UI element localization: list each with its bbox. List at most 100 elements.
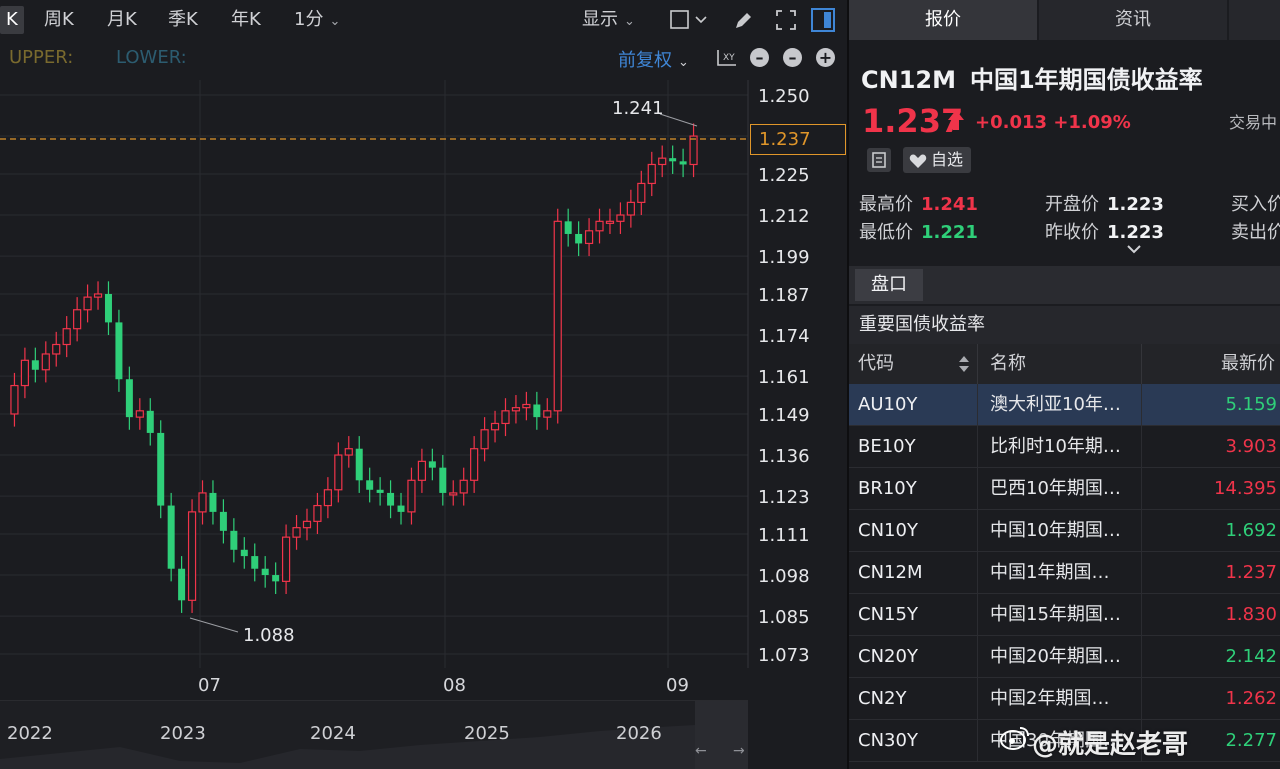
header-price[interactable]: 最新价 bbox=[1221, 344, 1275, 384]
row-name: 中国20年期国… bbox=[990, 646, 1121, 667]
table-row[interactable]: CN15Y 中国15年期国… 1.830 bbox=[849, 594, 1280, 636]
candle-body bbox=[313, 504, 322, 522]
timeline-navigator[interactable]: 2022 2023 2024 2025 2026 ← → bbox=[0, 700, 748, 769]
column-divider[interactable] bbox=[977, 344, 978, 384]
row-name: 中国2年期国… bbox=[990, 688, 1110, 709]
candle-body bbox=[658, 157, 667, 166]
candle-body bbox=[605, 220, 615, 224]
table-row[interactable]: AU10Y 澳大利亚10年… 5.159 bbox=[849, 384, 1280, 426]
candle-body bbox=[323, 489, 332, 507]
chevron-down-icon[interactable] bbox=[1126, 243, 1142, 255]
candle-body bbox=[459, 479, 468, 494]
symbol-title: CN12M 中国1年期国债收益率 bbox=[861, 60, 1203, 95]
row-code: BR10Y bbox=[858, 478, 917, 499]
candle-body bbox=[553, 220, 562, 412]
candlestick-chart[interactable]: 1.250 1.225 1.212 1.199 1.187 1.174 1.161 1.149… bbox=[0, 0, 848, 700]
trade-status: 交易中 bbox=[1229, 113, 1278, 132]
price-tick-label: 1.199 bbox=[758, 247, 810, 268]
column-divider bbox=[977, 594, 978, 636]
row-name: 澳大利亚10年… bbox=[990, 394, 1121, 415]
column-divider bbox=[1141, 636, 1142, 678]
column-divider[interactable] bbox=[1141, 344, 1142, 384]
table-row[interactable]: BE10Y 比利时10年期… 3.903 bbox=[849, 426, 1280, 468]
candle-body bbox=[522, 403, 531, 409]
header-code[interactable]: 代码 bbox=[858, 344, 894, 384]
price-tick-label: 1.136 bbox=[758, 446, 810, 467]
price-tick-label: 1.098 bbox=[758, 566, 810, 587]
row-name: 比利时10年期… bbox=[990, 436, 1121, 457]
arrow-up-icon bbox=[948, 110, 964, 130]
candle-body bbox=[564, 221, 572, 234]
candle-body bbox=[251, 556, 259, 569]
price-tick-label: 1.174 bbox=[758, 326, 810, 347]
stat-value: 1.241 bbox=[921, 194, 978, 215]
candle-body bbox=[480, 429, 489, 450]
chart-grid bbox=[0, 80, 749, 668]
table-row[interactable]: CN12M 中国1年期国… 1.237 bbox=[849, 552, 1280, 594]
header-name[interactable]: 名称 bbox=[990, 344, 1026, 384]
navigator-year: 2023 bbox=[160, 723, 206, 744]
candle-body bbox=[20, 359, 29, 387]
row-price: 5.159 bbox=[1225, 394, 1277, 415]
row-code: BE10Y bbox=[858, 436, 916, 457]
row-price: 14.395 bbox=[1214, 478, 1277, 499]
candle-body bbox=[417, 460, 427, 481]
column-divider bbox=[1141, 468, 1142, 510]
table-row[interactable]: CN20Y 中国20年期国… 2.142 bbox=[849, 636, 1280, 678]
price-tick-label: 1.149 bbox=[758, 405, 810, 426]
chart-pane: K 周K 月K 季K 年K 1分 ⌄ 显示 ⌄ UPPER: LOWER: 前复权 ⌄… bbox=[0, 0, 848, 769]
change-value: +0.013 bbox=[975, 112, 1048, 133]
row-price: 3.903 bbox=[1225, 436, 1277, 457]
section-title: 重要国债收益率 bbox=[849, 306, 1280, 344]
candle-body bbox=[62, 328, 71, 346]
candle-body bbox=[407, 479, 416, 513]
candle-body bbox=[387, 492, 395, 506]
candle-body bbox=[230, 530, 238, 550]
candle-body bbox=[334, 454, 343, 491]
candle-body bbox=[366, 480, 374, 490]
column-divider bbox=[977, 426, 978, 468]
candle-body bbox=[584, 230, 594, 245]
candle-body bbox=[198, 492, 207, 513]
note-button[interactable] bbox=[867, 148, 891, 172]
current-price-box: 1.237 bbox=[750, 124, 846, 155]
candle-body bbox=[511, 407, 521, 412]
table-row[interactable]: BR10Y 巴西10年期国… 14.395 bbox=[849, 468, 1280, 510]
column-divider bbox=[977, 552, 978, 594]
candle-body bbox=[647, 163, 656, 185]
candle-body bbox=[272, 575, 280, 582]
candle-body bbox=[31, 360, 39, 370]
arrow-left-icon[interactable]: ← bbox=[695, 743, 707, 759]
navigator-year: 2025 bbox=[464, 723, 510, 744]
add-watchlist-button[interactable]: 自选 bbox=[903, 147, 972, 173]
stat-value: 1.221 bbox=[921, 222, 978, 243]
high-annotation: 1.241 bbox=[612, 98, 664, 119]
candle-body bbox=[626, 201, 635, 216]
candle-body bbox=[376, 489, 384, 493]
candle-body bbox=[10, 384, 19, 415]
tab-pankou[interactable]: 盘口 bbox=[855, 269, 923, 301]
candle-body bbox=[52, 343, 61, 355]
quote-panel: 报价 资讯 CN12M 中国1年期国债收益率 1.237 +0.013 +1.09… bbox=[849, 0, 1280, 769]
stat-prev-close: 昨收价 1.223 bbox=[1045, 218, 1164, 244]
heart-icon bbox=[909, 154, 927, 168]
table-row[interactable]: CN10Y 中国10年期国… 1.692 bbox=[849, 510, 1280, 552]
stat-value: 1.223 bbox=[1107, 222, 1164, 243]
row-code: CN30Y bbox=[858, 730, 918, 751]
column-divider bbox=[977, 636, 978, 678]
navigator-handle[interactable]: ← → bbox=[695, 701, 748, 769]
price-tick-label: 1.073 bbox=[758, 645, 810, 666]
table-row[interactable]: CN2Y 中国2年期国… 1.262 bbox=[849, 678, 1280, 720]
sort-icon[interactable] bbox=[958, 354, 970, 374]
column-divider bbox=[1141, 678, 1142, 720]
tab-news[interactable]: 资讯 bbox=[1039, 0, 1227, 40]
navigator-year: 2026 bbox=[616, 723, 662, 744]
row-code: CN20Y bbox=[858, 646, 918, 667]
column-divider bbox=[1141, 594, 1142, 636]
tab-quote[interactable]: 报价 bbox=[849, 0, 1037, 40]
arrow-right-icon[interactable]: → bbox=[733, 743, 745, 759]
candle-body bbox=[428, 461, 436, 468]
row-code: CN12M bbox=[858, 562, 923, 583]
candle-body bbox=[616, 214, 625, 222]
row-price: 2.277 bbox=[1225, 730, 1277, 751]
